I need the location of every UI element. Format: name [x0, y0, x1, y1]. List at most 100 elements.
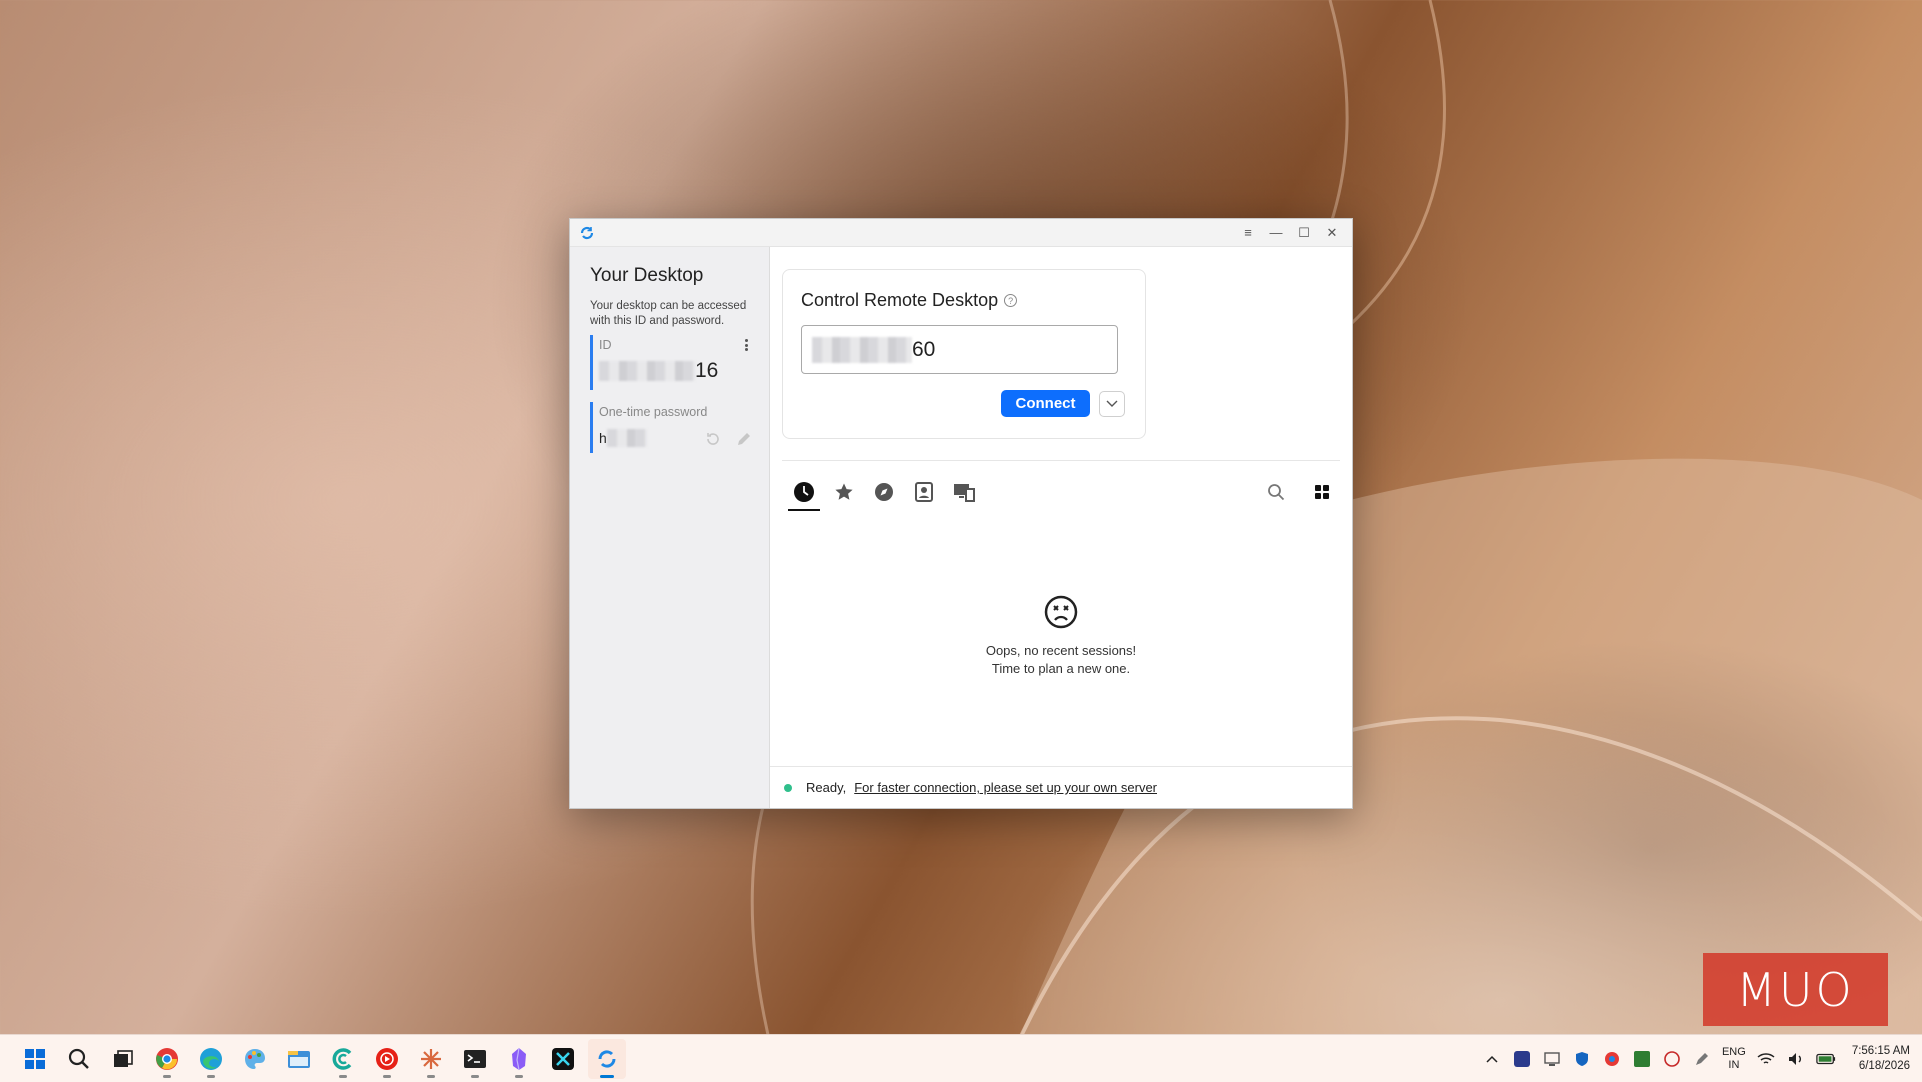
clock-date: 6/18/2026	[1858, 1060, 1910, 1072]
taskbar-app-edge[interactable]	[192, 1039, 230, 1079]
maximize-button[interactable]: ☐	[1292, 222, 1316, 244]
battery-button[interactable]	[1816, 1049, 1836, 1069]
clock[interactable]: 7:56:15 AM 6/18/2026	[1852, 1044, 1910, 1074]
edit-password-icon[interactable]	[735, 430, 753, 453]
tray-app-7[interactable]	[1692, 1049, 1712, 1069]
address-book-icon	[915, 482, 933, 502]
claude-icon	[421, 1048, 441, 1069]
taskbar-app-obsidian[interactable]	[500, 1039, 538, 1079]
tray-app-6[interactable]	[1662, 1049, 1682, 1069]
grid-view-button[interactable]	[1302, 473, 1342, 511]
rustdesk-window: ≡ — ☐ ✕ Your Desktop Your desktop can be…	[569, 218, 1353, 809]
volume-button[interactable]	[1786, 1049, 1806, 1069]
status-ready-text: Ready,	[806, 780, 847, 795]
tray-shield-icon	[1575, 1052, 1588, 1066]
volume-icon	[1788, 1053, 1801, 1065]
taskbar-app-terminal[interactable]	[456, 1039, 494, 1079]
peer-tabs	[784, 473, 984, 511]
tab-accessible-devices[interactable]	[944, 473, 984, 511]
taskbar-app-rustdesk[interactable]	[588, 1038, 626, 1079]
taskbar-search-button[interactable]	[60, 1039, 98, 1079]
control-remote-card: Control Remote Desktop ? 60 Connect	[782, 269, 1146, 439]
refresh-password-icon[interactable]	[705, 431, 721, 452]
tray-app-1[interactable]	[1512, 1049, 1532, 1069]
chrome-icon	[156, 1047, 178, 1070]
remote-id-input[interactable]: 60	[801, 325, 1118, 374]
tray-app-icon	[1513, 1051, 1530, 1067]
battery-icon	[1816, 1053, 1835, 1065]
control-remote-title-text: Control Remote Desktop	[801, 290, 999, 310]
password-field: One-time password h	[590, 402, 753, 453]
file-explorer-icon	[288, 1050, 310, 1068]
task-view-button[interactable]	[104, 1039, 142, 1079]
muo-watermark: MUO	[1703, 953, 1888, 1026]
taskbar-app-explorer[interactable]	[280, 1039, 318, 1079]
tray-chrome-icon	[1604, 1052, 1619, 1066]
password-label: One-time password	[599, 405, 708, 419]
help-icon[interactable]: ?	[1004, 294, 1018, 307]
chevron-up-icon	[1486, 1055, 1498, 1063]
lan-devices-icon	[954, 484, 975, 502]
tab-favorites[interactable]	[824, 473, 864, 511]
main-panel: Control Remote Desktop ? 60 Connect Oops…	[770, 247, 1352, 808]
star-icon	[835, 483, 853, 500]
wifi-icon	[1757, 1053, 1775, 1064]
show-hidden-icons-button[interactable]	[1482, 1049, 1502, 1069]
id-label: ID	[599, 338, 612, 352]
menu-button[interactable]: ≡	[1236, 222, 1260, 244]
tab-recent-sessions[interactable]	[784, 473, 824, 511]
taskbar-app-paint[interactable]	[236, 1039, 274, 1079]
divider	[782, 460, 1340, 461]
id-value-suffix: 16	[695, 359, 719, 382]
connect-options-button[interactable]	[1099, 390, 1125, 417]
taskbar-app-c[interactable]	[324, 1039, 362, 1079]
id-options-icon[interactable]	[741, 337, 751, 353]
tray-app-3[interactable]	[1572, 1049, 1592, 1069]
connect-button[interactable]: Connect	[1001, 390, 1090, 417]
redacted-id	[599, 361, 695, 381]
chevron-down-icon	[1106, 400, 1118, 407]
task-view-icon	[114, 1049, 133, 1067]
taskbar-app-youtube-music[interactable]	[368, 1039, 406, 1079]
tab-discovered[interactable]	[864, 473, 904, 511]
sad-face-icon	[1044, 595, 1078, 634]
rustdesk-icon	[598, 1049, 616, 1068]
tray-app-2[interactable]	[1542, 1049, 1562, 1069]
compass-icon	[875, 483, 893, 501]
empty-state: Oops, no recent sessions! Time to plan a…	[770, 595, 1352, 678]
search-button[interactable]	[1256, 473, 1296, 511]
edge-icon	[200, 1047, 222, 1070]
youtube-music-icon	[376, 1047, 398, 1070]
empty-message-line1: Oops, no recent sessions!	[985, 643, 1137, 658]
close-button[interactable]: ✕	[1320, 222, 1344, 244]
your-desktop-panel: Your Desktop Your desktop can be accesse…	[570, 247, 770, 808]
recent-icon	[794, 482, 814, 502]
c-app-icon	[332, 1047, 352, 1070]
tab-address-book[interactable]	[904, 473, 944, 511]
windows-start-icon	[25, 1048, 45, 1069]
region-code: IN	[1728, 1059, 1740, 1071]
obsidian-icon	[512, 1047, 526, 1070]
title-bar[interactable]: ≡ — ☐ ✕	[570, 219, 1352, 247]
redacted-remote-id	[812, 336, 912, 363]
tray-app-4[interactable]	[1602, 1049, 1622, 1069]
tray-app-5[interactable]	[1632, 1049, 1652, 1069]
taskbar-app-claude[interactable]	[412, 1039, 450, 1079]
start-button[interactable]	[16, 1039, 54, 1079]
status-bar: Ready, For faster connection, please set…	[770, 766, 1352, 808]
wifi-button[interactable]	[1756, 1049, 1776, 1069]
password-value-prefix: h	[599, 430, 607, 446]
capcut-icon	[552, 1047, 574, 1070]
setup-server-link[interactable]: For faster connection, please set up you…	[854, 780, 1157, 795]
your-desktop-title: Your Desktop	[590, 265, 704, 286]
id-value[interactable]: 16	[599, 356, 753, 386]
taskbar-app-capcut[interactable]	[544, 1039, 582, 1079]
taskbar-app-chrome[interactable]	[148, 1039, 186, 1079]
language-indicator[interactable]: ENG IN	[1722, 1046, 1746, 1072]
your-desktop-description: Your desktop can be accessed with this I…	[590, 300, 747, 327]
minimize-button[interactable]: —	[1264, 222, 1288, 244]
remote-id-suffix: 60	[912, 337, 936, 361]
grid-view-icon	[1315, 485, 1329, 499]
search-icon	[1268, 484, 1285, 501]
search-icon	[68, 1048, 89, 1069]
